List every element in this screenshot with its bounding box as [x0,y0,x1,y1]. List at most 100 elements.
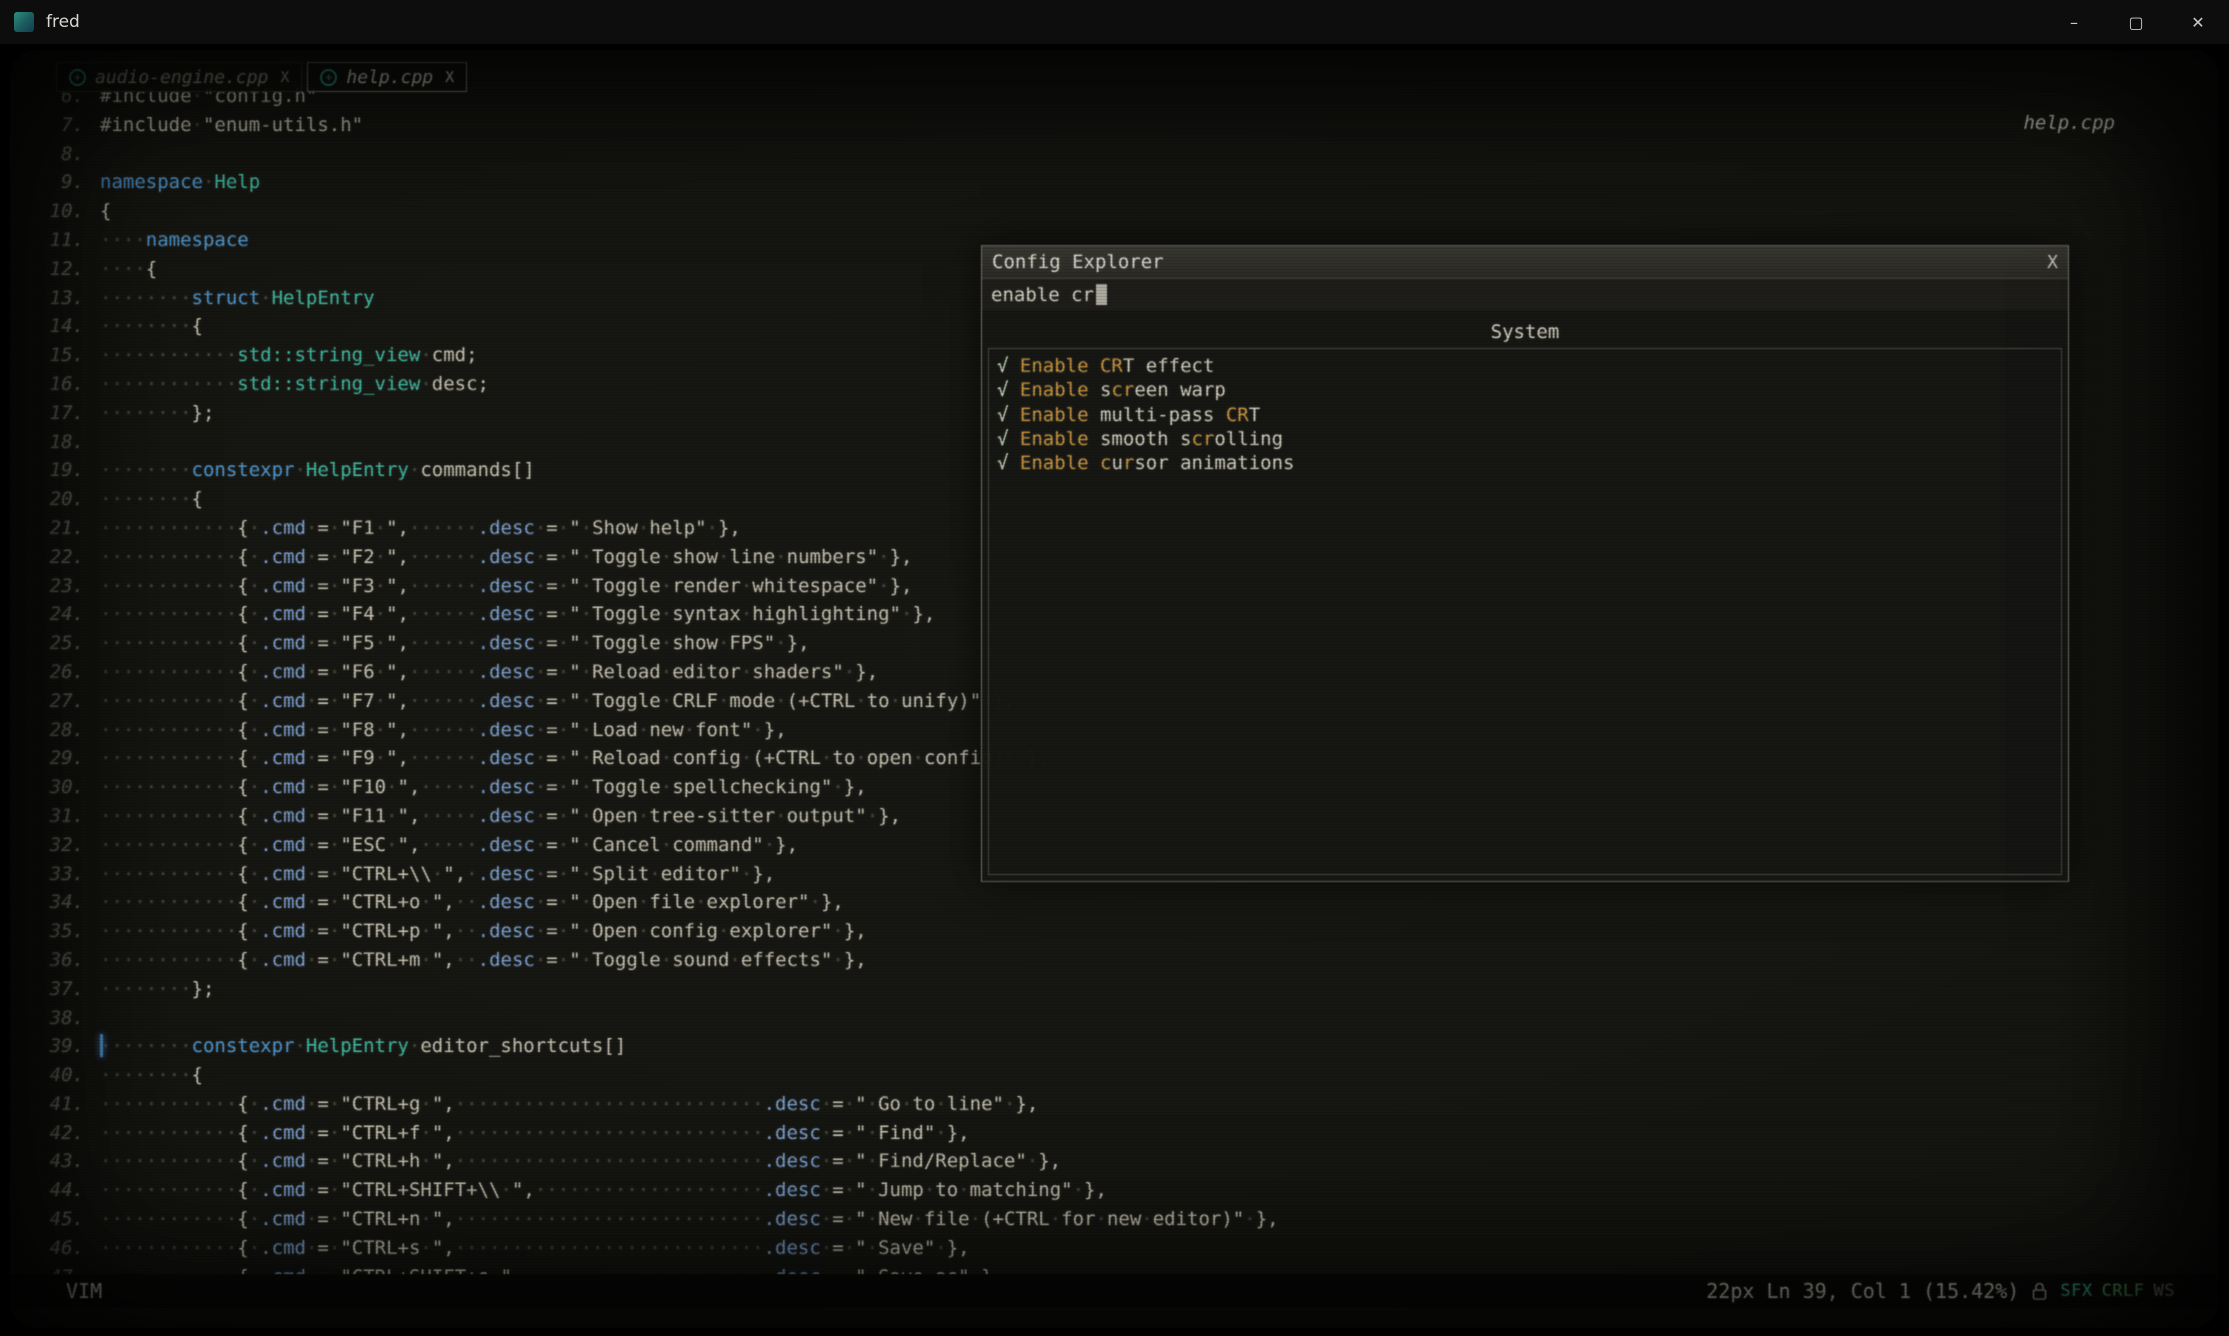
code-line-text: ············{·.cmd·=·"CTRL+f·",·········… [100,1119,970,1148]
code-line-text: ············{·.cmd·=·"F1·",······.desc·=… [100,514,741,543]
config-option[interactable]: √ Enable smooth scrolling [997,427,2053,451]
config-list: √ Enable CRT effect√ Enable screen warp√… [988,348,2062,875]
config-search-input[interactable]: enable cr [982,279,2068,310]
code-line-text: ············{·.cmd·=·"CTRL+m·",··.desc·=… [100,946,867,975]
crt-tube: 6.#include·"config.h"7.#include·"enum-ut… [10,50,2219,1328]
code-line[interactable]: 41. ············{·.cmd·=·"CTRL+g·",······… [10,1090,2219,1119]
maximize-button[interactable]: ▢ [2105,0,2167,44]
close-button[interactable]: ✕ [2167,0,2229,44]
line-number: 8. [10,140,84,169]
checkbox-checked-icon[interactable]: √ [997,355,1020,377]
code-line[interactable]: 35.············{·.cmd·=·"CTRL+p·",··.des… [10,917,2219,946]
checkbox-checked-icon[interactable]: √ [997,428,1020,450]
code-line[interactable]: 46. ············{·.cmd·=·"CTRL+s·",······… [10,1234,2219,1263]
line-number: 31. [10,802,84,831]
config-option[interactable]: √ Enable multi-pass CRT [997,403,2053,427]
line-number: 27. [10,687,84,716]
tab-close-icon[interactable]: X [445,68,454,86]
line-number: 39. [10,1032,84,1061]
line-number: 30. [10,773,84,802]
line-number: 41. [10,1090,84,1119]
tab-bar: + audio-engine.cpp X + help.cpp X [56,62,467,92]
line-number: 36. [10,946,84,975]
code-line-text: ········{ [100,485,203,514]
code-line[interactable]: 37.········}; [10,975,2219,1004]
text-cursor [100,1034,103,1057]
code-line-text: ········{ [100,312,203,341]
tab-label: help.cpp [346,67,433,88]
status-flag-ws: WS [2154,1281,2175,1301]
code-line-text: ········struct·HelpEntry [100,284,375,313]
config-section-header: System [982,318,2068,346]
line-number: 38. [10,1004,84,1033]
code-line[interactable]: 44.············{·.cmd·=·"CTRL+SHIFT+\\·"… [10,1176,2219,1205]
line-number: 14. [10,312,84,341]
code-line[interactable]: 39. ········constexpr·HelpEntry·editor_sh… [10,1032,2219,1061]
line-number: 13. [10,284,84,313]
code-line-text: ············{·.cmd·=·"F8·",······.desc·=… [100,716,787,745]
code-line-text: ············std::string_view·cmd; [100,341,478,370]
config-option[interactable]: √ Enable CRT effect [997,354,2053,378]
code-line[interactable]: 10.{ [10,197,2219,226]
code-line-text: ············{·.cmd·=·"F5·",······.desc·=… [100,629,810,658]
code-line[interactable]: 36. ············{·.cmd·=·"CTRL+m·",··.des… [10,946,2219,975]
tab-audio-engine-cpp[interactable]: + audio-engine.cpp X [56,62,302,92]
code-line-text: ····namespace [100,226,249,255]
config-option[interactable]: √ Enable screen warp [997,378,2053,402]
checkbox-checked-icon[interactable]: √ [997,379,1020,401]
mode-indicator: VIM [66,1279,102,1303]
code-line-text: ············{·.cmd·=·"ESC·",·····.desc·=… [100,831,798,860]
code-line-text: ············{·.cmd·=·"F7·",······.desc·=… [100,687,1015,716]
line-number: 33. [10,860,84,889]
code-line[interactable]: 7.#include·"enum-utils.h" [10,111,2219,140]
line-number: 46. [10,1234,84,1263]
line-number: 43. [10,1147,84,1176]
code-line[interactable]: 38. [10,1004,2219,1033]
checkbox-checked-icon[interactable]: √ [997,452,1020,474]
code-line[interactable]: 9.namespace·Help [10,168,2219,197]
window-titlebar: fred – ▢ ✕ [0,0,2229,44]
code-line[interactable]: 8. [10,140,2219,169]
line-number: 18. [10,428,84,457]
tab-help-cpp[interactable]: + help.cpp X [307,62,467,92]
cpp-file-icon: + [69,69,86,86]
line-number: 20. [10,485,84,514]
cpp-file-icon: + [320,69,337,86]
code-line-text: namespace·Help [100,168,260,197]
code-line[interactable]: 40. ········{ [10,1061,2219,1090]
code-line-text: ············{·.cmd·=·"CTRL+h·",·········… [100,1147,1061,1176]
line-number: 10. [10,197,84,226]
code-line-text: ············{·.cmd·=·"F2·",······.desc·=… [100,543,912,572]
code-line-text: ············{·.cmd·=·"F3·",······.desc·=… [100,572,912,601]
status-flag-crlf: CRLF [2102,1281,2145,1301]
line-number: 17. [10,399,84,428]
minimize-button[interactable]: – [2043,0,2105,44]
line-number: 40. [10,1061,84,1090]
code-line[interactable]: 43. ············{·.cmd·=·"CTRL+h·",······… [10,1147,2219,1176]
active-filename-overlay: help.cpp [2023,112,2115,134]
line-number: 28. [10,716,84,745]
code-line-text: ········}; [100,975,214,1004]
config-explorer-close-icon[interactable]: X [2047,252,2058,273]
code-line[interactable]: 34.············{·.cmd·=·"CTRL+o·",··.des… [10,888,2219,917]
line-number: 22. [10,543,84,572]
status-flag-sfx: SFX [2060,1281,2092,1301]
line-number: 44. [10,1176,84,1205]
config-option[interactable]: √ Enable cursor animations [997,451,2053,475]
line-number: 16. [10,370,84,399]
editor-screen: 6.#include·"config.h"7.#include·"enum-ut… [0,44,2229,1336]
code-line-text: ············{·.cmd·=·"CTRL+s·",·········… [100,1234,970,1263]
tab-label: audio-engine.cpp [95,67,268,88]
line-number: 7. [10,111,84,140]
code-line-text: ············{·.cmd·=·"CTRL+g·",·········… [100,1090,1038,1119]
code-line-text: ············{·.cmd·=·"F4·",······.desc·=… [100,600,935,629]
checkbox-checked-icon[interactable]: √ [997,404,1020,426]
code-line-text: ····{ [100,255,157,284]
code-line[interactable]: 42.············{·.cmd·=·"CTRL+f·",······… [10,1119,2219,1148]
code-line-text: ········{ [100,1061,203,1090]
config-search-query: enable cr [991,284,1094,306]
window-title: fred [46,12,80,32]
tab-close-icon[interactable]: X [280,68,289,86]
code-line-text: ········constexpr·HelpEntry·editor_short… [100,1032,626,1061]
code-line[interactable]: 45.············{·.cmd·=·"CTRL+n·",······… [10,1205,2219,1234]
